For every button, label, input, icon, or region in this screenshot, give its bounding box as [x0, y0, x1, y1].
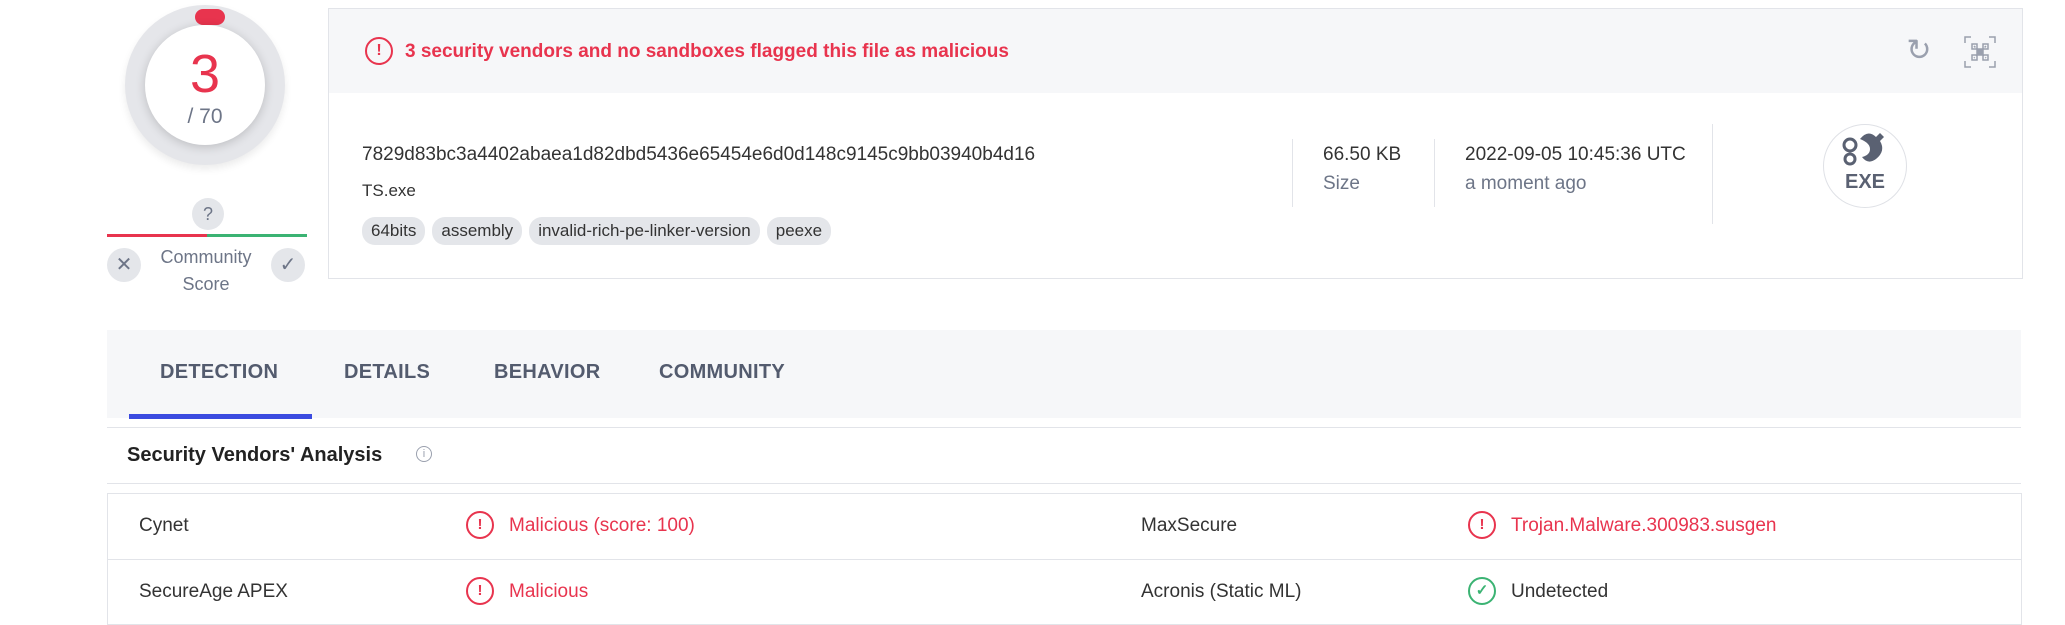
community-label-line1: Community: [160, 247, 252, 267]
tag[interactable]: invalid-rich-pe-linker-version: [529, 217, 760, 245]
tag[interactable]: 64bits: [362, 217, 426, 245]
tag[interactable]: peexe: [766, 217, 832, 245]
close-icon: ✕: [115, 254, 133, 276]
active-tab-indicator: [129, 414, 312, 419]
alert-message: 3 security vendors and no sandboxes flag…: [405, 41, 1009, 62]
malicious-icon: !: [466, 577, 494, 605]
vendor-results-table: Cynet ! Malicious (score: 100) MaxSecure…: [107, 493, 2022, 625]
community-score-bar-negative: [107, 234, 207, 237]
vendor-name: MaxSecure: [1141, 515, 1238, 536]
file-size-value: 66.50 KB: [1323, 144, 1402, 165]
alert-icon: !: [365, 37, 393, 65]
file-name: TS.exe: [362, 181, 416, 200]
vendor-name: SecureAge APEX: [139, 581, 288, 602]
file-hash[interactable]: 7829d83bc3a4402abaea1d82dbd5436e65454e6d…: [362, 144, 1035, 166]
tab-community[interactable]: COMMUNITY: [659, 361, 785, 384]
detection-count: 3: [189, 44, 221, 104]
file-tags: 64bits assembly invalid-rich-pe-linker-v…: [362, 217, 832, 245]
community-score-bar-positive: [207, 234, 307, 237]
table-row: SecureAge APEX ! Malicious Acronis (Stat…: [108, 559, 2021, 624]
info-icon[interactable]: i: [416, 446, 432, 462]
analysis-date-value: 2022-09-05 10:45:36 UTC: [1465, 144, 1686, 165]
analysis-date-relative: a moment ago: [1465, 173, 1587, 194]
report-tabs: DETECTION DETAILS BEHAVIOR COMMUNITY: [107, 330, 2021, 419]
detection-score-ring: 3 / 70: [125, 5, 285, 165]
divider: [1292, 139, 1293, 207]
file-size-label: Size: [1323, 173, 1360, 194]
engine-total: / 70: [187, 105, 223, 128]
divider: [1712, 124, 1713, 224]
file-type-label: EXE: [1844, 171, 1886, 193]
divider: [107, 483, 2021, 484]
tag[interactable]: assembly: [432, 217, 523, 245]
vendor-name: Cynet: [139, 515, 189, 536]
vote-harmless-button[interactable]: ✓: [271, 248, 305, 282]
tab-behavior[interactable]: BEHAVIOR: [494, 361, 600, 384]
table-row: Cynet ! Malicious (score: 100) MaxSecure…: [108, 494, 2021, 558]
reanalyze-icon[interactable]: ↻: [1903, 35, 1935, 67]
vendor-result: Undetected: [1511, 581, 1609, 602]
community-label-line2: Score: [182, 274, 230, 294]
tab-details[interactable]: DETAILS: [344, 361, 430, 384]
file-type-exe-icon: EXE: [1823, 124, 1907, 208]
divider: [107, 427, 2021, 428]
score-ring-arc: [195, 9, 225, 25]
vote-harmful-button[interactable]: ✕: [107, 248, 141, 282]
community-score-value: ?: [192, 198, 224, 230]
tab-detection[interactable]: DETECTION: [160, 361, 278, 384]
vendor-name: Acronis (Static ML): [1141, 581, 1302, 602]
malicious-icon: !: [466, 511, 494, 539]
file-summary-card: ! 3 security vendors and no sandboxes fl…: [328, 8, 2023, 279]
vendor-result: Malicious (score: 100): [509, 515, 695, 536]
vendor-result: Malicious: [509, 581, 589, 602]
check-circle-icon: ✓: [1468, 577, 1496, 605]
community-score-label: Community Score: [150, 244, 262, 298]
divider: [1434, 139, 1435, 207]
check-icon: ✓: [279, 254, 297, 276]
alert-banner: ! 3 security vendors and no sandboxes fl…: [329, 9, 2022, 93]
section-title: Security Vendors' Analysis: [127, 444, 383, 466]
graph-view-icon[interactable]: [1963, 35, 1997, 69]
malicious-icon: !: [1468, 511, 1496, 539]
vendor-result: Trojan.Malware.300983.susgen: [1511, 515, 1777, 536]
